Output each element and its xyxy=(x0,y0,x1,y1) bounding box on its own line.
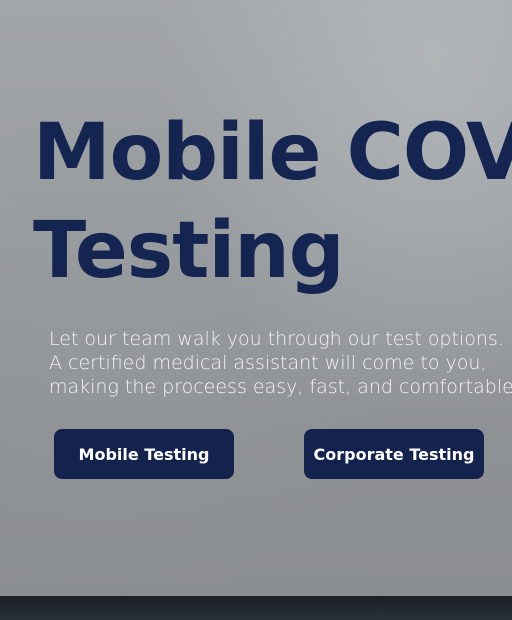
hero-section: Mobile COV Testing Let our team walk you… xyxy=(0,0,512,596)
corporate-testing-button[interactable]: Corporate Testing xyxy=(304,429,484,479)
hero-description: Let our team walk you through our test o… xyxy=(49,327,512,399)
next-section-edge xyxy=(0,596,512,620)
hero-description-line2: A certified medical assistant will come … xyxy=(49,352,487,374)
hero-title-line1: Mobile COV xyxy=(33,108,512,198)
hero-description-line1: Let our team walk you through our test o… xyxy=(49,328,504,350)
hero-title: Mobile COV Testing xyxy=(33,104,512,300)
mobile-testing-button[interactable]: Mobile Testing xyxy=(54,429,234,479)
hero-description-line3: making the proceess easy, fast, and comf… xyxy=(49,376,512,398)
hero-title-line2: Testing xyxy=(33,206,345,296)
